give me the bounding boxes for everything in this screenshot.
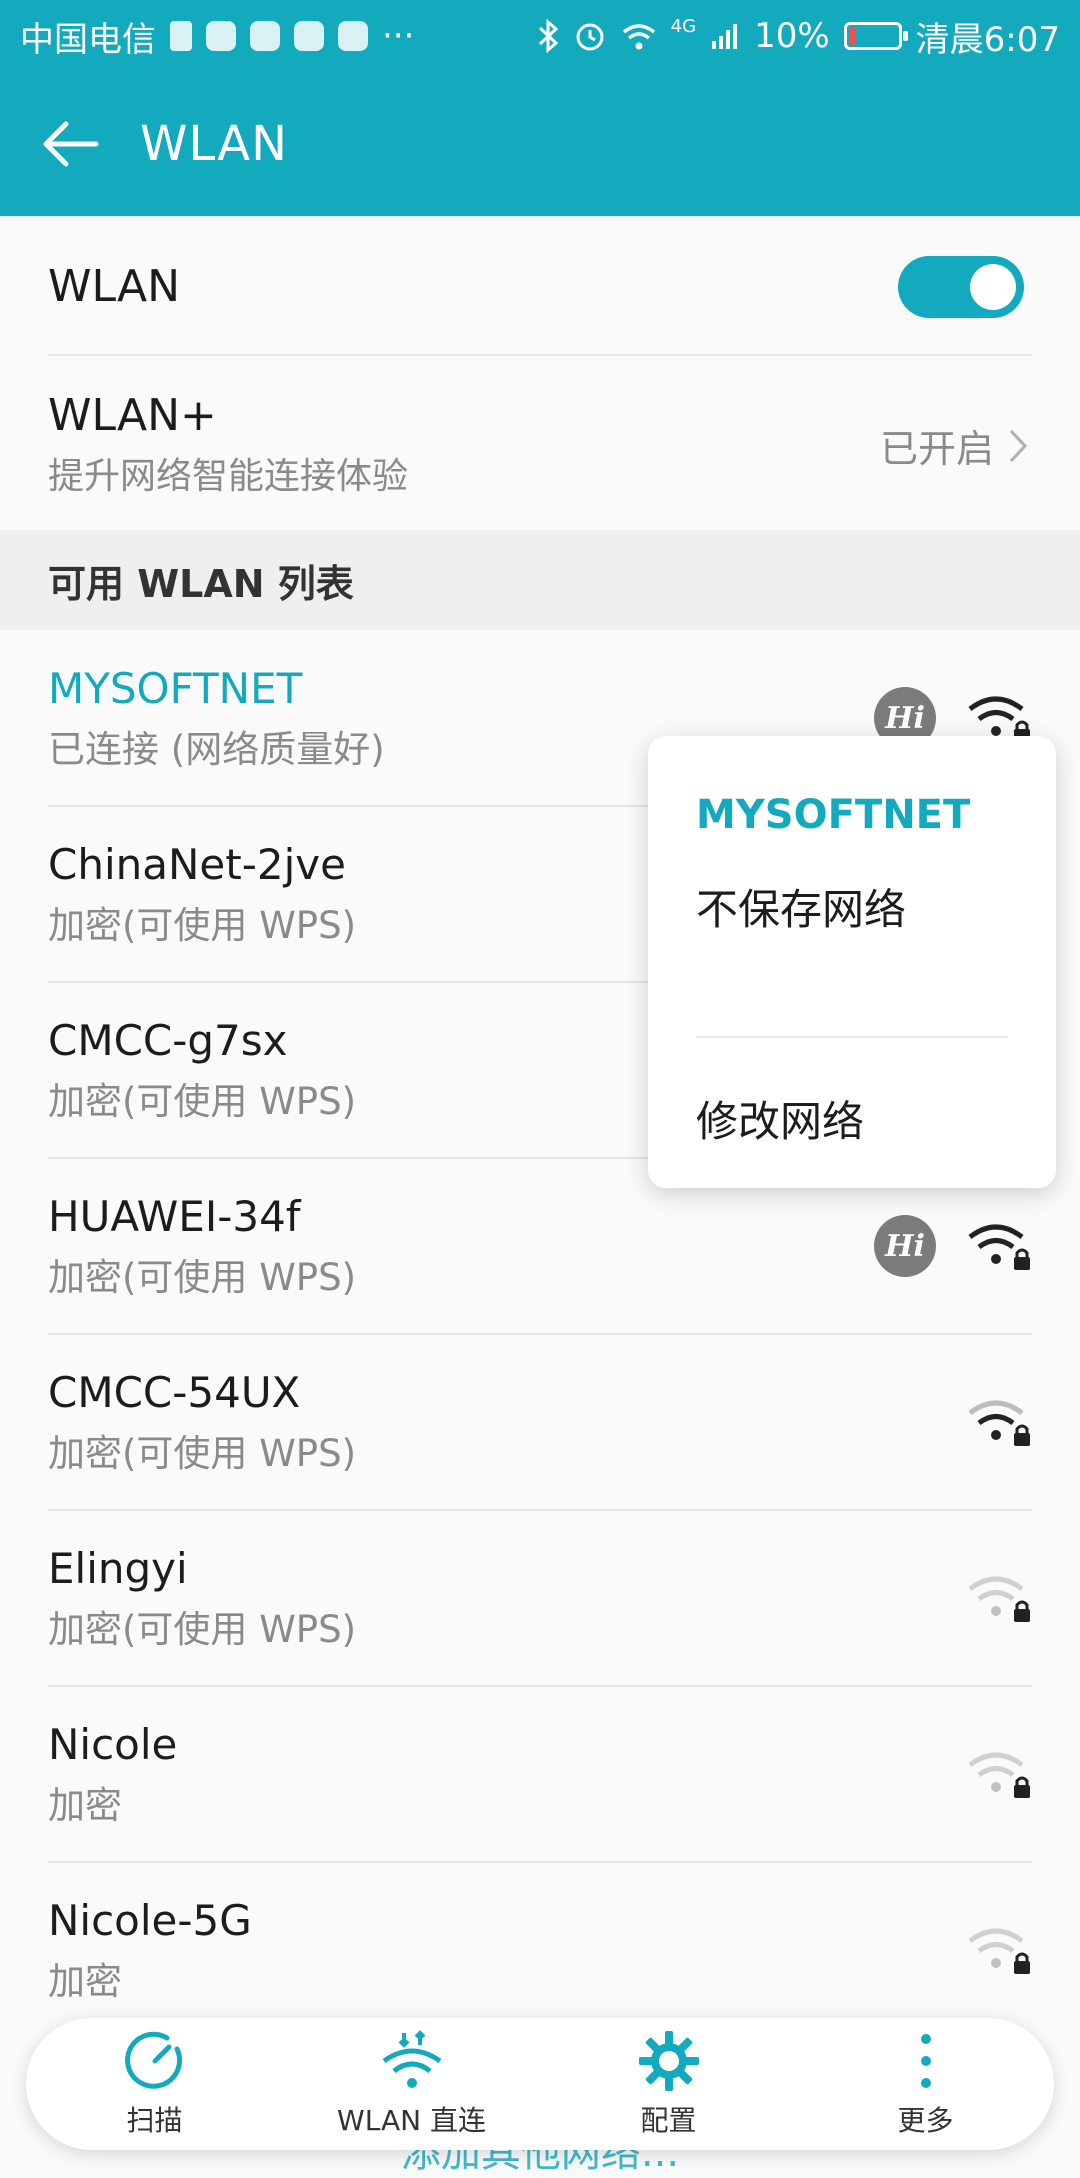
wlan-direct-button[interactable]: WLAN 直连	[302, 2029, 522, 2139]
network-status: 加密(可使用 WPS)	[48, 1431, 357, 1475]
divider	[48, 354, 1032, 356]
alarm-icon	[576, 23, 604, 51]
bottom-action-bar: 扫描 WLAN 直连 配置 更多	[26, 2018, 1054, 2150]
network-icons	[966, 1686, 1032, 1862]
network-status: 加密	[48, 1959, 122, 2003]
notification-36kr-icon	[338, 21, 368, 51]
wlan-toggle-row[interactable]: WLAN	[0, 216, 1080, 356]
context-menu-title: MYSOFTNET	[696, 792, 971, 838]
carrier-label: 中国电信	[20, 19, 156, 60]
network-row[interactable]: Nicole 加密	[0, 1686, 1080, 1862]
clock: 清晨6:07	[915, 19, 1060, 60]
more-button[interactable]: 更多	[816, 2029, 1036, 2139]
page-title: WLAN	[140, 116, 289, 172]
notification-alert-icon	[170, 21, 192, 51]
more-label: 更多	[897, 2104, 954, 2137]
network-row[interactable]: Elingyi 加密(可使用 WPS)	[0, 1510, 1080, 1686]
cell-signal-icon	[712, 24, 738, 49]
hilink-icon: Hi	[874, 1215, 936, 1277]
wlan-direct-icon	[382, 2030, 441, 2088]
battery-icon	[843, 22, 908, 50]
status-bar: 中国电信 ··· 4G 10% 清晨6:07	[0, 0, 1080, 72]
network-name: Nicole	[48, 1719, 178, 1769]
wlan-plus-row[interactable]: WLAN+ 提升网络智能连接体验 已开启	[0, 358, 1080, 530]
wlan-switch[interactable]	[898, 256, 1024, 318]
gear-icon	[638, 2031, 699, 2091]
config-button[interactable]: 配置	[559, 2029, 779, 2139]
notification-news-icon	[294, 21, 324, 51]
network-icons	[966, 1510, 1032, 1686]
wifi-locked-icon	[968, 1928, 1030, 1974]
more-vertical-icon	[920, 2034, 931, 2088]
network-name: Nicole-5G	[48, 1895, 252, 1945]
notification-app-icon	[250, 21, 280, 51]
network-row[interactable]: Nicole-5G 加密	[0, 1862, 1080, 2038]
notification-chat-icon	[206, 21, 236, 51]
config-label: 配置	[640, 2104, 697, 2137]
scan-icon	[124, 2031, 182, 2089]
wifi-locked-icon	[968, 1400, 1030, 1446]
scan-label: 扫描	[126, 2104, 183, 2137]
network-name: Elingyi	[48, 1543, 188, 1593]
network-status: 加密	[48, 1783, 122, 1827]
app-bar: WLAN	[0, 72, 1080, 216]
back-arrow-icon	[43, 121, 99, 167]
modify-network-option[interactable]: 修改网络	[696, 1088, 864, 1149]
wifi-locked-icon	[968, 1576, 1030, 1622]
network-type-label: 4G	[670, 15, 697, 37]
back-button[interactable]	[0, 72, 140, 216]
more-notifications-icon: ···	[382, 16, 415, 56]
wlan-direct-label: WLAN 直连	[337, 2104, 486, 2137]
network-context-menu: MYSOFTNET 不保存网络 修改网络	[648, 736, 1056, 1188]
chevron-right-icon	[1009, 429, 1028, 462]
wlan-toggle-label: WLAN	[48, 260, 181, 312]
network-status: 加密(可使用 WPS)	[48, 1607, 357, 1651]
network-row[interactable]: CMCC-54UX 加密(可使用 WPS)	[0, 1334, 1080, 1510]
network-icons	[966, 1334, 1032, 1510]
wifi-status-icon	[622, 24, 655, 50]
wifi-locked-icon	[968, 1224, 1030, 1270]
forget-network-option[interactable]: 不保存网络	[696, 876, 906, 937]
scan-button[interactable]: 扫描	[45, 2029, 265, 2139]
divider	[696, 1036, 1008, 1038]
network-name: CMCC-54UX	[48, 1367, 301, 1417]
wifi-locked-icon	[968, 1752, 1030, 1798]
bluetooth-icon	[538, 19, 558, 53]
battery-percent: 10%	[754, 16, 830, 56]
wlan-plus-status: 已开启	[879, 427, 994, 471]
network-icons	[966, 1862, 1032, 2038]
available-networks-header: 可用 WLAN 列表	[0, 530, 1080, 630]
